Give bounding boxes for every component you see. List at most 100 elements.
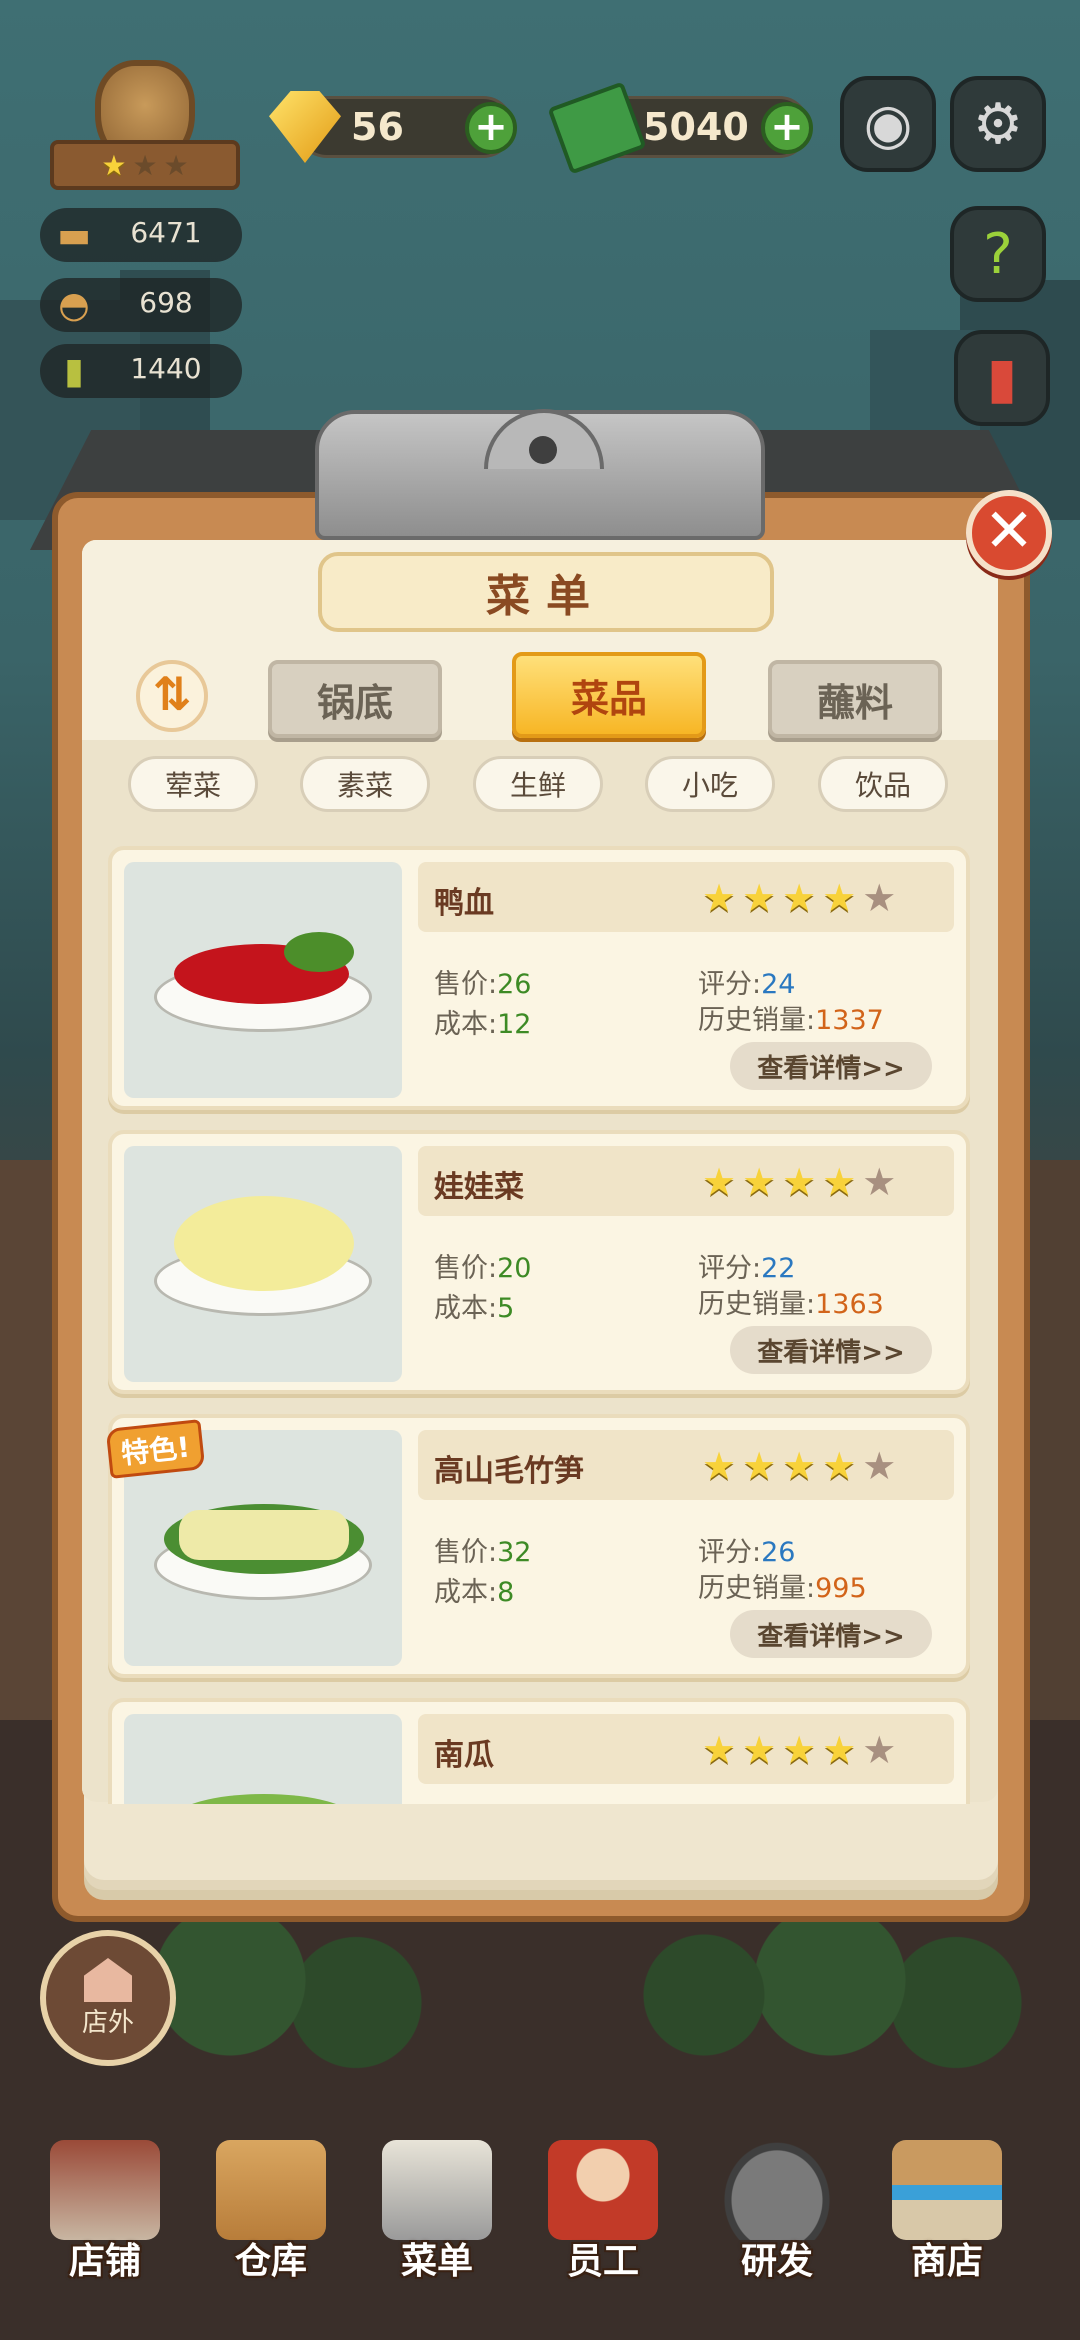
price-label: 售价:32 <box>434 1537 532 1568</box>
sales-value: 1337 <box>815 1005 884 1036</box>
filter-label: 小吃 <box>681 769 738 802</box>
star-icon: ★ <box>132 148 158 182</box>
cash-counter: 5040 + <box>547 81 813 175</box>
filter-drink[interactable]: 饮品 <box>818 756 948 812</box>
cost-value: 8 <box>497 1577 515 1608</box>
rank-stars: ★ ★ ★ <box>50 140 240 190</box>
stat-recipe: ▮ 1440 <box>40 344 242 398</box>
sort-icon: ⇅ <box>152 667 192 721</box>
filter-label: 素菜 <box>336 769 393 802</box>
nav-store[interactable]: 商店 <box>872 2130 1022 2282</box>
cash-icon <box>547 81 647 175</box>
cost-label: 成本:12 <box>434 1009 532 1040</box>
price-label: 售价:20 <box>434 1253 532 1284</box>
tab-label: 蘸料 <box>816 680 893 725</box>
nav-menu[interactable]: 菜单 <box>362 2130 512 2282</box>
stat-pot: ▬ 6471 <box>40 208 242 262</box>
gem-count: 56 <box>351 105 404 149</box>
dish-name: 高山毛竹笋 <box>434 1454 584 1489</box>
nav-shop[interactable]: 店铺 <box>30 2130 180 2282</box>
filter-label: 荤菜 <box>164 769 221 802</box>
sales-value: 1363 <box>815 1289 884 1320</box>
dish-name: 鸭血 <box>434 886 494 921</box>
dish-card[interactable]: 娃娃菜 ★★★★★ 售价:20 成本:5 评分:22 历史销量:1363 查看详… <box>108 1130 970 1394</box>
stat-cloche-value: 698 <box>139 286 193 319</box>
filter-label: 饮品 <box>854 769 911 802</box>
recipe-book-icon: ▮ <box>64 350 84 392</box>
gem-icon <box>269 91 341 163</box>
rating-value: 26 <box>761 1537 796 1568</box>
rating-label: 评分:24 <box>698 969 796 1000</box>
tab-soup-base[interactable]: 锅底 <box>268 660 442 738</box>
store-icon <box>892 2140 1002 2240</box>
dish-name: 娃娃菜 <box>434 1170 524 1205</box>
star-icon: ★ <box>101 148 127 182</box>
menu-clipboard-icon <box>382 2140 492 2240</box>
dish-name: 南瓜 <box>434 1738 494 1773</box>
filter-snack[interactable]: 小吃 <box>645 756 775 812</box>
dish-list[interactable]: 鸭血 ★★★★★ 售价:26 成本:12 评分:24 历史销量:1337 查看详… <box>104 846 974 1804</box>
house-icon <box>84 1958 132 2002</box>
view-details-button[interactable]: 查看详情>> <box>730 1042 932 1090</box>
sales-label: 历史销量:995 <box>698 1573 867 1604</box>
rating-value: 22 <box>761 1253 796 1284</box>
book-question-icon: ? <box>983 221 1013 287</box>
rating-label: 评分:22 <box>698 1253 796 1284</box>
dish-card[interactable]: 南瓜 ★★★★★ <box>108 1698 970 1804</box>
menu-title: 菜单 <box>318 552 774 632</box>
settings-button[interactable]: ⚙ <box>950 76 1046 172</box>
filter-fresh[interactable]: 生鲜 <box>473 756 603 812</box>
dish-stars: ★★★★★ <box>702 876 903 920</box>
nav-label: 研发 <box>740 2241 813 2282</box>
cash-count: 5040 <box>643 105 749 149</box>
close-icon: ✕ <box>983 496 1035 566</box>
filter-meat[interactable]: 荤菜 <box>128 756 258 812</box>
guide-book-button[interactable]: ? <box>950 206 1046 302</box>
dish-stars: ★★★★★ <box>702 1728 903 1772</box>
dish-image-duck-blood <box>124 862 402 1098</box>
nav-staff[interactable]: 员工 <box>528 2130 678 2282</box>
cost-label: 成本:8 <box>434 1577 515 1608</box>
nav-label: 员工 <box>566 2241 639 2282</box>
tab-label: 锅底 <box>316 680 393 725</box>
red-book-icon: ▮ <box>986 345 1018 411</box>
dish-card[interactable]: 特色! 高山毛竹笋 ★★★★★ 售价:32 成本:8 评分:26 历史销量:99… <box>105 1414 970 1678</box>
recipe-book-button[interactable]: ▮ <box>954 330 1050 426</box>
nav-warehouse[interactable]: 仓库 <box>196 2130 346 2282</box>
nav-label: 仓库 <box>234 2241 307 2282</box>
gear-icon: ⚙ <box>972 91 1024 157</box>
outdoor-button[interactable]: 店外 <box>40 1930 176 2066</box>
sort-button[interactable]: ⇅ <box>136 660 208 732</box>
nav-label: 菜单 <box>400 2241 473 2282</box>
warehouse-boxes-icon <box>216 2140 326 2240</box>
tab-dipping-sauce[interactable]: 蘸料 <box>768 660 942 738</box>
cloche-icon: ◓ <box>58 284 90 326</box>
view-details-button[interactable]: 查看详情>> <box>730 1610 932 1658</box>
nav-research[interactable]: 研发 <box>702 2130 852 2282</box>
gem-counter: 56 + <box>269 91 517 163</box>
shop-building-icon <box>50 2140 160 2240</box>
nav-label: 商店 <box>910 2241 983 2282</box>
camera-button[interactable]: ◉ <box>840 76 936 172</box>
price-label: 售价:26 <box>434 969 532 1000</box>
rating-label: 评分:26 <box>698 1537 796 1568</box>
price-value: 32 <box>497 1537 532 1568</box>
cost-value: 12 <box>497 1009 532 1040</box>
filter-vegetable[interactable]: 素菜 <box>300 756 430 812</box>
add-cash-button[interactable]: + <box>761 102 813 154</box>
close-button[interactable]: ✕ <box>966 490 1052 576</box>
star-icon: ★ <box>163 148 189 182</box>
restaurant-rank-badge[interactable]: ★ ★ ★ <box>50 60 240 195</box>
stat-pot-value: 6471 <box>130 216 202 249</box>
price-value: 26 <box>497 969 532 1000</box>
tab-label: 菜品 <box>570 676 647 721</box>
dish-stars: ★★★★★ <box>702 1444 903 1488</box>
view-details-button[interactable]: 查看详情>> <box>730 1326 932 1374</box>
add-gems-button[interactable]: + <box>465 102 517 154</box>
bush-right <box>620 1920 1040 2070</box>
rating-value: 24 <box>761 969 796 1000</box>
sales-label: 历史销量:1337 <box>698 1005 884 1036</box>
menu-title-text: 菜单 <box>486 571 606 622</box>
tab-dishes[interactable]: 菜品 <box>512 652 706 738</box>
dish-card[interactable]: 鸭血 ★★★★★ 售价:26 成本:12 评分:24 历史销量:1337 查看详… <box>108 846 970 1110</box>
